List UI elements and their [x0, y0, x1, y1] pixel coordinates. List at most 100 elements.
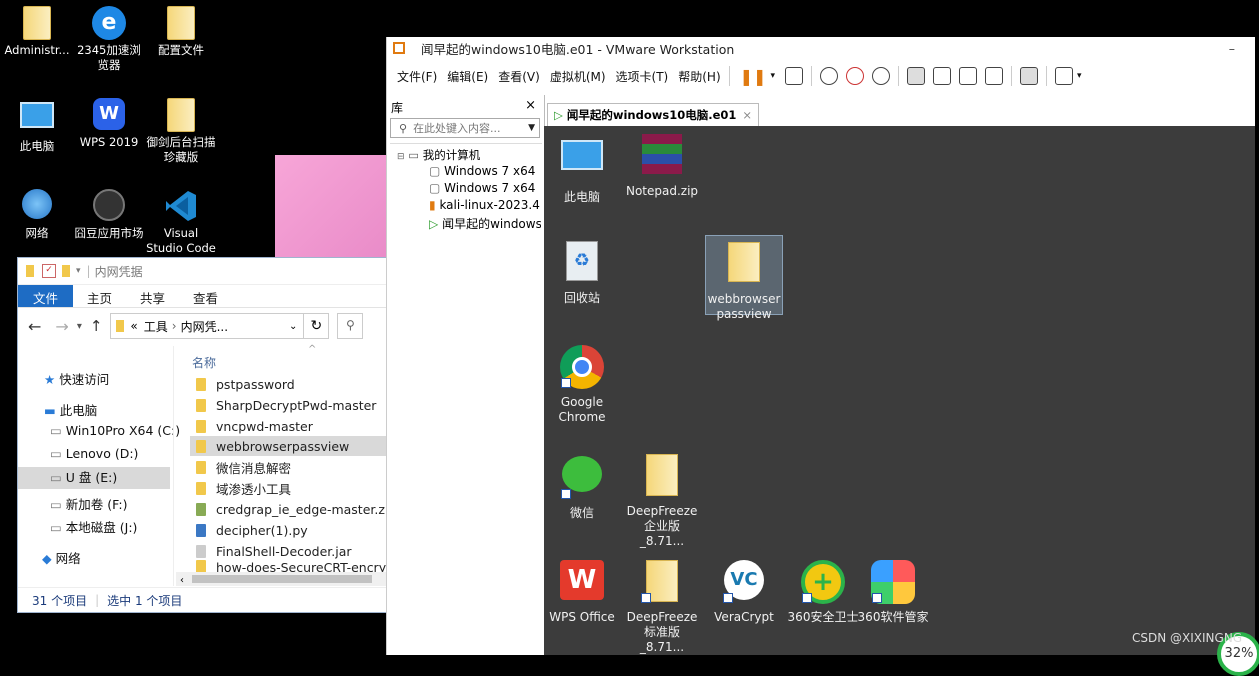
tab-file[interactable]: 文件	[18, 285, 74, 307]
minimize-button[interactable]: –	[1229, 41, 1235, 56]
file-row[interactable]: 域渗透小工具	[190, 478, 386, 498]
collapse-icon[interactable]: ⊟	[397, 152, 405, 162]
desktop-icon-yujian-scanner[interactable]: 御剑后台扫描珍藏版	[146, 98, 216, 165]
column-header-name[interactable]: 名称	[192, 354, 216, 371]
pause-icon[interactable]: ❚❚	[740, 67, 767, 86]
file-row[interactable]: 微信消息解密	[190, 457, 386, 477]
file-row[interactable]: SharpDecryptPwd-master	[190, 395, 386, 415]
nav-quick-access[interactable]: ★ 快速访问	[44, 369, 109, 388]
pause-dropdown-icon[interactable]: ▾	[770, 71, 775, 81]
nav-drive-e[interactable]: ▭ U 盘 (E:)	[18, 467, 170, 489]
vmware-titlebar: 闻早起的windows10电脑.e01 - VMware Workstation…	[387, 37, 1255, 59]
file-row[interactable]: vncpwd-master	[190, 416, 386, 436]
console-icon[interactable]	[1019, 67, 1038, 85]
stretch-dropdown-icon[interactable]: ▾	[1077, 71, 1082, 81]
tree-item-vm-active[interactable]: ▷ 闻早起的windows10	[429, 215, 541, 232]
vm-tab[interactable]: ▷ 闻早起的windows10电脑.e01 ×	[547, 103, 760, 126]
wallpaper-fragment	[275, 155, 387, 260]
thumbnail-bar-icon[interactable]	[932, 67, 951, 85]
guest-icon-this-pc[interactable]: 此电脑	[544, 134, 620, 205]
guest-icon-google-chrome[interactable]: Google Chrome	[544, 345, 620, 425]
tree-item-vm[interactable]: ▮ kali-linux-2023.4	[429, 198, 541, 212]
guest-icon-deepfreeze-enterprise[interactable]: DeepFreeze 企业版_8.71...	[624, 454, 700, 549]
360-software-icon	[871, 560, 915, 604]
guest-icon-360-safe[interactable]: + 360安全卫士	[785, 560, 861, 625]
tab-share[interactable]: 共享	[126, 285, 179, 307]
file-row-selected[interactable]: webbrowserpassview	[190, 436, 386, 456]
checkbox-icon[interactable]: ✓	[42, 264, 56, 278]
file-row[interactable]: pstpassword	[190, 374, 386, 394]
menu-help[interactable]: 帮助(H)	[678, 68, 720, 85]
snapshot-manager-icon[interactable]	[871, 67, 890, 85]
up-arrow-icon[interactable]: ↑	[90, 317, 103, 335]
scrollbar-thumb[interactable]	[192, 575, 372, 583]
sort-arrow-icon: ^	[308, 344, 317, 355]
search-dropdown-icon[interactable]: ▼	[528, 123, 535, 133]
library-search-input[interactable]: ⚲ 在此处键入内容... ▼	[390, 118, 540, 138]
recent-dropdown-icon[interactable]: ▾	[77, 321, 82, 332]
refresh-icon[interactable]: ↻	[304, 313, 330, 339]
toolbar-separator	[1010, 66, 1012, 86]
computer-icon	[20, 102, 54, 136]
tree-root-my-computer[interactable]: ⊟ ▭ 我的计算机	[397, 147, 480, 163]
scroll-left-icon[interactable]: ‹	[180, 575, 184, 586]
guest-icon-wps-office[interactable]: W WPS Office	[544, 560, 620, 625]
desktop-icon-app-market[interactable]: 囧豆应用市场	[74, 189, 144, 241]
stretch-view-icon[interactable]	[1054, 67, 1073, 85]
tab-view[interactable]: 查看	[179, 285, 232, 307]
menu-tabs[interactable]: 选项卡(T)	[616, 68, 669, 85]
nav-network[interactable]: ◆ 网络	[42, 548, 81, 567]
menu-view[interactable]: 查看(V)	[498, 68, 540, 85]
guest-icon-360-software[interactable]: 360软件管家	[855, 560, 931, 625]
desktop-icon-administrator[interactable]: Administr...	[2, 6, 72, 58]
menu-file[interactable]: 文件(F)	[397, 68, 437, 85]
back-arrow-icon[interactable]: ←	[28, 317, 41, 336]
file-row[interactable]: how-does-SecureCRT-encrypt	[190, 560, 386, 572]
guest-icon-deepfreeze-standard[interactable]: DeepFreeze 标准版_8.71...	[624, 560, 700, 655]
folder-icon	[62, 265, 70, 277]
forward-arrow-icon[interactable]: →	[55, 317, 68, 336]
guest-desktop[interactable]: 此电脑 Notepad.zip ♻ 回收站 webbrowserpassview…	[544, 126, 1259, 676]
revert-snapshot-icon[interactable]	[845, 67, 864, 85]
guest-icon-veracrypt[interactable]: VC VeraCrypt	[706, 560, 782, 625]
tree-item-vm[interactable]: ▢ Windows 7 x64	[429, 164, 535, 178]
tree-item-vm[interactable]: ▢ Windows 7 x64	[429, 181, 535, 195]
guest-icon-recycle-bin[interactable]: ♻ 回收站	[544, 241, 620, 306]
file-row[interactable]: FinalShell-Decoder.jar	[190, 541, 386, 561]
guest-icon-notepad-zip[interactable]: Notepad.zip	[624, 134, 700, 199]
ribbon-tabs: 文件 主页 共享 查看	[18, 285, 388, 308]
menu-vm[interactable]: 虚拟机(M)	[550, 68, 606, 85]
nav-drive-j[interactable]: ▭ 本地磁盘 (J:)	[50, 517, 137, 536]
library-panel: 库 × ⚲ 在此处键入内容... ▼ ⊟ ▭ 我的计算机 ▢ Windows 7…	[387, 95, 545, 655]
library-close-button[interactable]: ×	[525, 98, 536, 113]
explorer-titlebar: ✓ ▾ | 内网凭据	[18, 258, 388, 285]
dropdown-arrow-icon[interactable]: ▾	[76, 266, 81, 276]
folder-icon	[196, 439, 206, 453]
desktop-icon-vscode[interactable]: Visual Studio Code	[146, 189, 216, 256]
nav-drive-d[interactable]: ▭ Lenovo (D:)	[50, 446, 138, 461]
tab-close-button[interactable]: ×	[742, 108, 752, 122]
nav-drive-f[interactable]: ▭ 新加卷 (F:)	[50, 494, 127, 513]
send-ctrl-alt-del-icon[interactable]	[784, 67, 803, 85]
show-library-icon[interactable]	[906, 67, 925, 85]
desktop-icon-network[interactable]: 网络	[2, 189, 72, 241]
tab-home[interactable]: 主页	[73, 285, 126, 307]
guest-icon-wechat[interactable]: 微信	[544, 454, 620, 521]
unity-icon[interactable]	[984, 67, 1003, 85]
file-row[interactable]: credgrap_ie_edge-master.zip	[190, 499, 386, 519]
file-row[interactable]: decipher(1).py	[190, 520, 386, 540]
nav-this-pc[interactable]: ▬ 此电脑	[44, 400, 97, 419]
address-field[interactable]: « 工具 › 内网凭... ⌄	[110, 313, 305, 339]
nav-drive-c[interactable]: ▭ Win10Pro X64 (C:)	[50, 423, 180, 438]
desktop-icon-2345-browser[interactable]: e 2345加速浏览器	[74, 6, 144, 73]
desktop-icon-config-folder[interactable]: 配置文件	[146, 6, 216, 58]
horizontal-scrollbar[interactable]: ‹	[176, 572, 386, 586]
menu-edit[interactable]: 编辑(E)	[447, 68, 488, 85]
desktop-icon-this-pc[interactable]: 此电脑	[2, 98, 72, 154]
guest-icon-webbrowserpassview[interactable]: webbrowserpassview	[705, 235, 783, 321]
search-icon[interactable]: ⚲	[337, 313, 364, 339]
snapshot-icon[interactable]	[819, 67, 838, 85]
desktop-icon-wps-2019[interactable]: W WPS 2019	[74, 98, 144, 150]
full-screen-icon[interactable]	[958, 67, 977, 85]
address-dropdown-icon[interactable]: ⌄	[289, 321, 297, 332]
